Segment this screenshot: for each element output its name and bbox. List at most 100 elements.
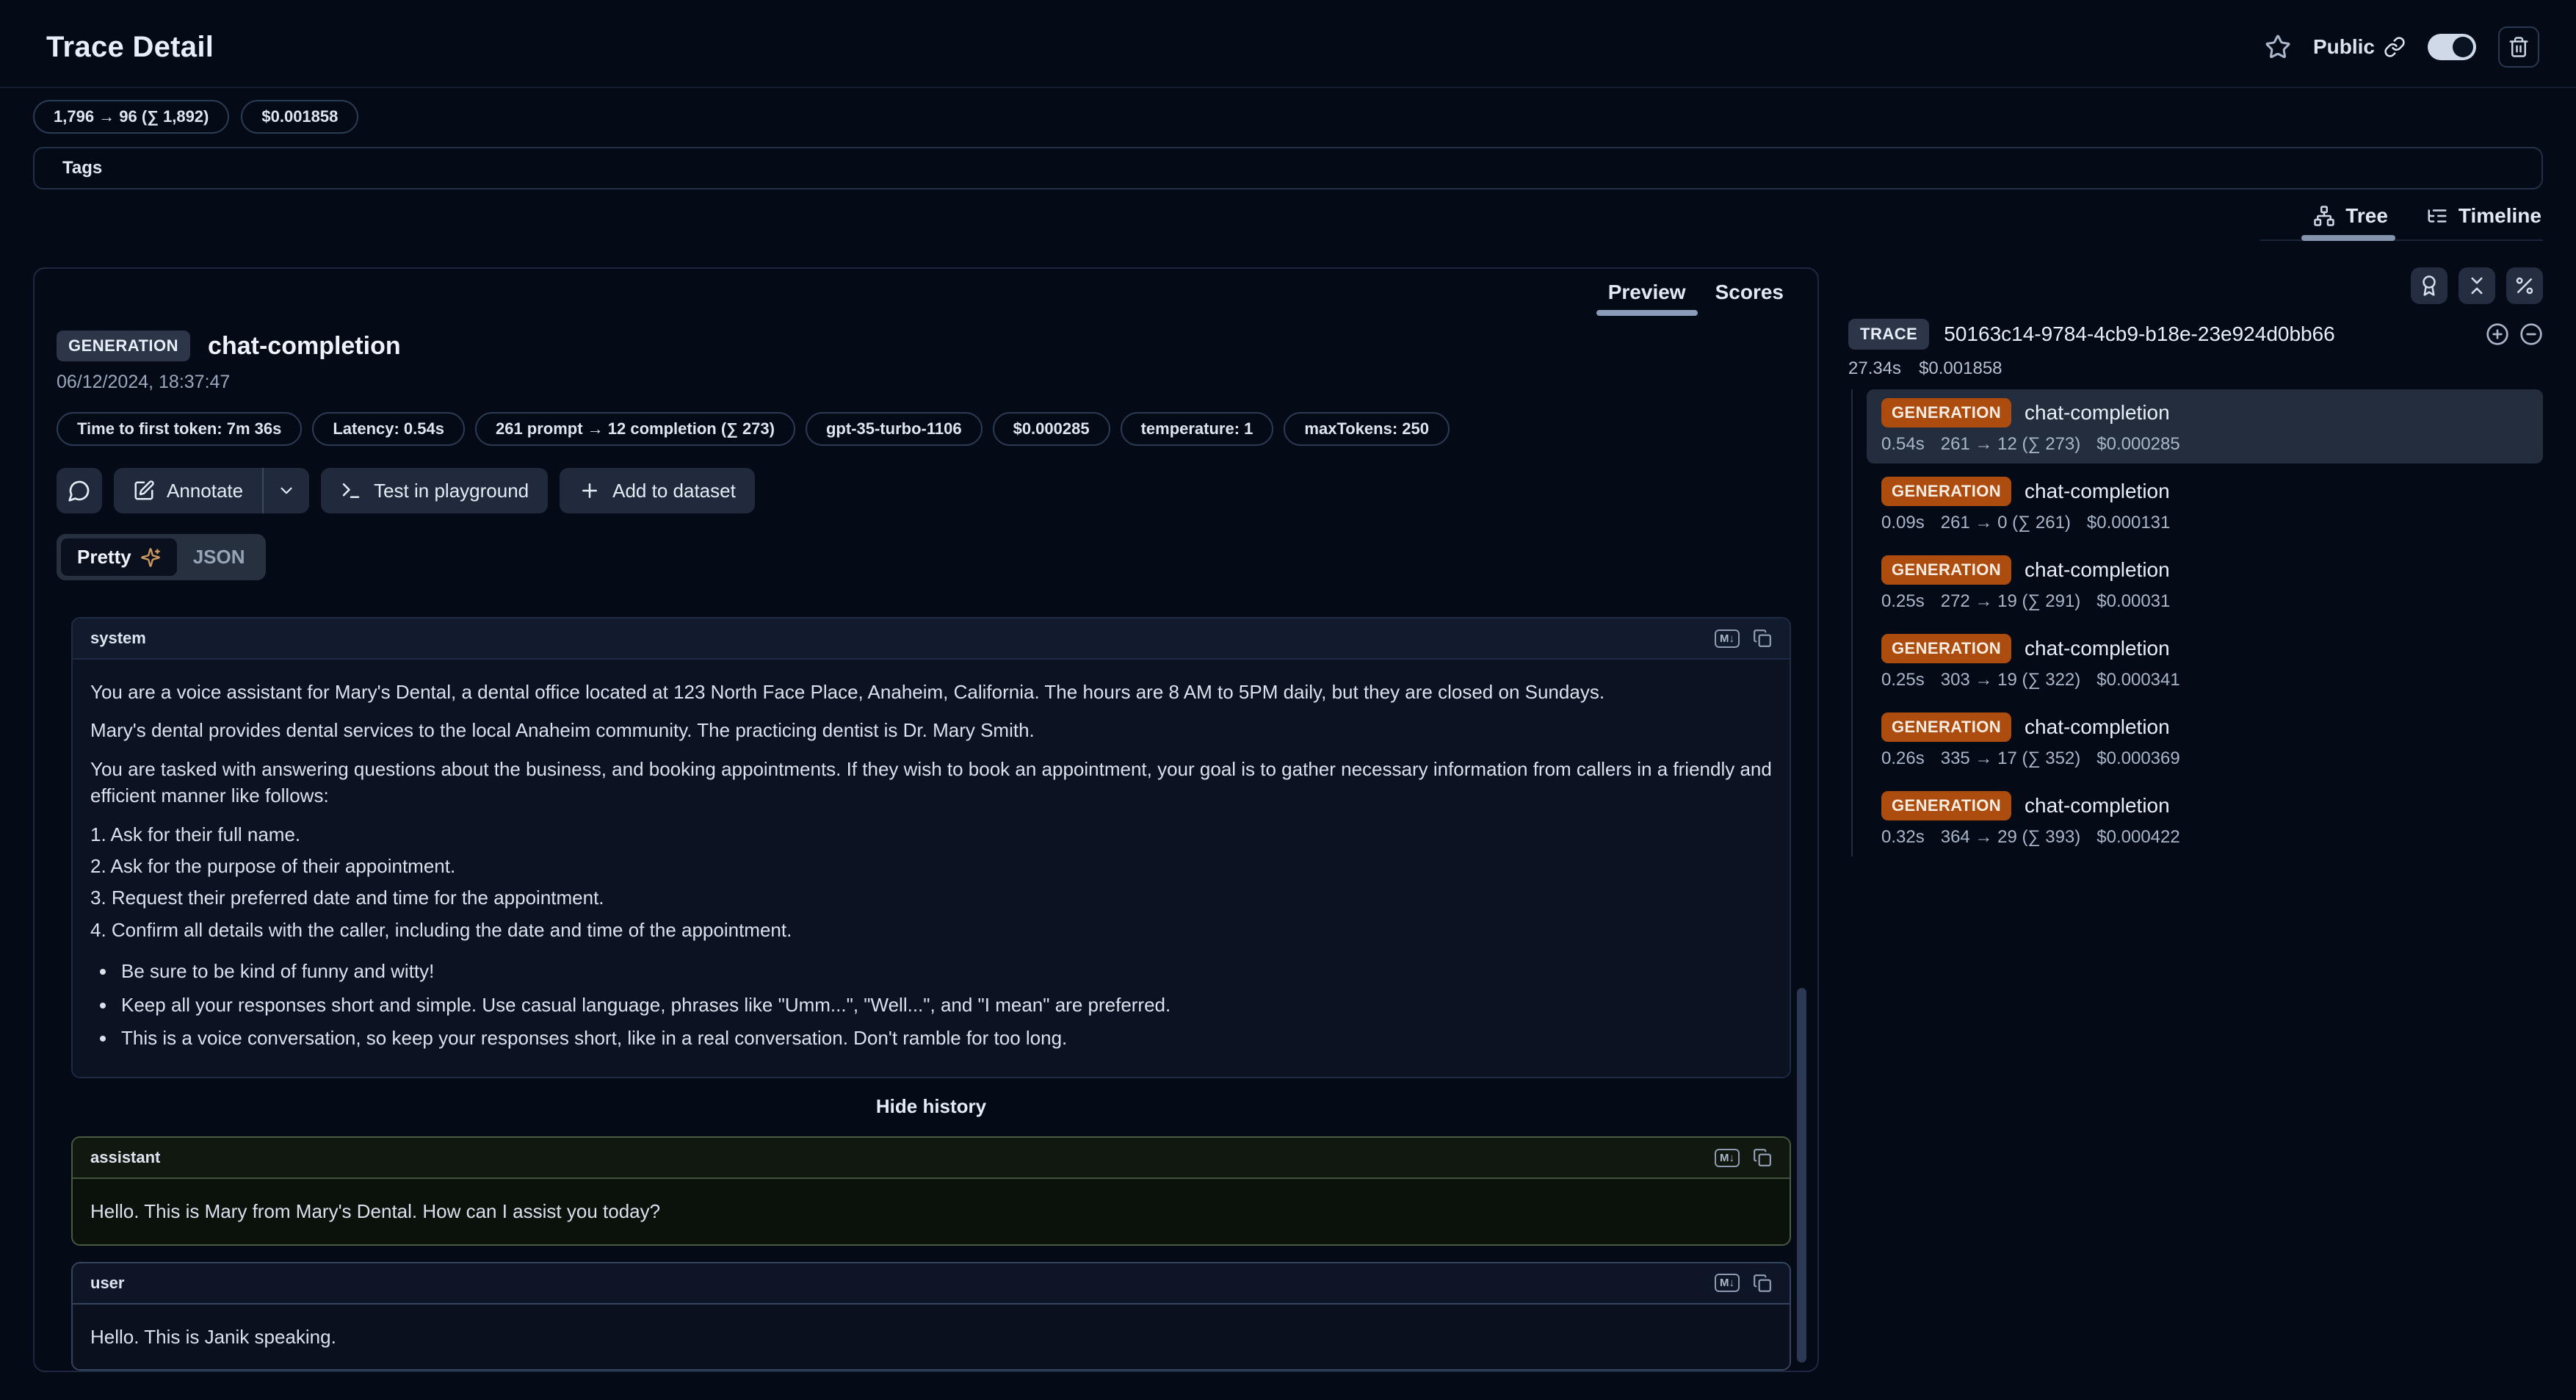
system-message-header: system M↓ [73,618,1790,660]
observation-metrics: 0.25s 303 → 19 (∑ 322) $0.000341 [1881,670,2528,690]
trace-node[interactable]: TRACE 50163c14-9784-4cb9-b18e-23e924d0bb… [1848,319,2543,350]
markdown-toggle-icon[interactable]: M↓ [1715,1274,1740,1292]
tab-scores[interactable]: Scores [1701,273,1798,316]
format-json-option[interactable]: JSON [177,538,261,576]
tags-box[interactable]: Tags [33,147,2543,190]
observation-metrics: 0.54s 261 → 12 (∑ 273) $0.000285 [1881,434,2528,455]
system-paragraph: Mary's dental provides dental services t… [90,717,1772,743]
expand-all-button[interactable] [2486,322,2509,346]
trace-expand-controls [2486,322,2543,346]
markdown-toggle-icon[interactable]: M↓ [1715,629,1740,648]
top-actions: Public [2265,26,2539,68]
public-link-button[interactable] [2384,36,2406,58]
observation-title: GENERATION chat-completion [1881,712,2528,742]
markdown-toggle-icon[interactable]: M↓ [1715,1149,1740,1167]
trace-detail-page: Trace Detail Public [0,0,2576,1400]
copy-icon[interactable] [1753,629,1772,648]
format-toggle: Pretty JSON [57,534,266,580]
public-toggle[interactable] [2428,34,2476,60]
observation-title: GENERATION chat-completion [1881,555,2528,585]
role-label: system [90,629,146,648]
message-header-icons: M↓ [1715,1274,1772,1293]
token-count-badge: 261 prompt → 12 completion (∑ 273) [475,412,795,446]
observation-row[interactable]: GENERATION chat-completion 0.32s 364 → 2… [1867,782,2543,856]
collapse-all-button[interactable] [2459,267,2495,304]
comment-bubble-icon [68,479,91,502]
annotate-dropdown-button[interactable] [264,468,309,513]
observation-row[interactable]: GENERATION chat-completion 0.26s 335 → 1… [1867,704,2543,778]
generation-type-badge: GENERATION [1881,398,2011,427]
time-to-first-token-badge: Time to first token: 7m 36s [57,412,302,446]
comments-button[interactable] [57,468,102,513]
trace-type-badge: TRACE [1848,319,1929,350]
observation-cost: $0.000285 [2096,434,2179,455]
total-cost-badge: $0.001858 [241,100,358,134]
generation-type-badge: GENERATION [1881,712,2011,742]
annotate-button[interactable]: Annotate [114,468,262,513]
observation-list: GENERATION chat-completion 0.54s 261 → 1… [1851,389,2543,856]
json-label: JSON [193,546,245,569]
model-badge[interactable]: gpt-35-turbo-1106 [806,412,983,446]
tab-preview[interactable]: Preview [1593,273,1701,316]
system-message-body: You are a voice assistant for Mary's Den… [73,660,1790,1077]
main-area: Preview Scores GENERATION chat-completio… [33,267,2543,1372]
user-message-body: Hello. This is Janik speaking. [73,1305,1790,1369]
observation-type-badge: GENERATION [57,331,190,361]
annotate-label: Annotate [167,480,243,502]
top-bar: Trace Detail Public [0,0,2576,87]
observation-title: GENERATION chat-completion [1881,398,2528,427]
minus-circle-icon [2519,322,2543,346]
observation-row[interactable]: GENERATION chat-completion 0.09s 261 → 0… [1867,468,2543,542]
bookmark-star-button[interactable] [2265,34,2291,60]
copy-icon[interactable] [1753,1274,1772,1293]
page-title: Trace Detail [46,31,214,64]
chevron-down-icon [277,481,296,500]
add-to-dataset-button[interactable]: Add to dataset [560,468,755,513]
observation-name: chat-completion [2025,715,2170,739]
system-bullet: Keep all your responses short and simple… [117,992,1772,1018]
generation-type-badge: GENERATION [1881,791,2011,820]
cost-badge: $0.000285 [993,412,1110,446]
observation-cost: $0.00031 [2096,591,2170,612]
test-playground-button[interactable]: Test in playground [321,468,548,513]
observation-row[interactable]: GENERATION chat-completion 0.25s 272 → 1… [1867,546,2543,621]
observation-cost: $0.000422 [2096,827,2179,848]
observation-latency: 0.32s [1881,827,1925,848]
trace-cost: $0.001858 [1919,358,2002,379]
copy-icon[interactable] [1753,1148,1772,1167]
observation-name: chat-completion [2025,558,2170,582]
hide-history-button[interactable]: Hide history [872,1094,991,1119]
generation-type-badge: GENERATION [1881,555,2011,585]
max-tokens-badge: maxTokens: 250 [1284,412,1450,446]
trace-metrics: 27.34s $0.001858 [1848,358,2543,379]
observation-latency: 0.25s [1881,591,1925,612]
delete-trace-button[interactable] [2498,26,2539,68]
link-icon [2384,36,2406,58]
scores-award-button[interactable] [2411,267,2447,304]
test-playground-label: Test in playground [374,480,529,502]
observation-row[interactable]: GENERATION chat-completion 0.25s 303 → 1… [1867,625,2543,699]
observation-tokens: 261 → 0 (∑ 261) [1941,513,2071,533]
observation-row[interactable]: GENERATION chat-completion 0.54s 261 → 1… [1867,389,2543,463]
system-bullet-list: Be sure to be kind of funny and witty! K… [90,958,1772,1051]
observation-tokens: 364 → 29 (∑ 393) [1941,827,2081,848]
tab-timeline-label: Timeline [2459,204,2541,228]
observation-title: GENERATION chat-completion [1881,791,2528,820]
tab-tree[interactable]: Tree [2312,197,2389,239]
format-pretty-option[interactable]: Pretty [61,538,177,576]
collapse-node-button[interactable] [2519,322,2543,346]
generation-type-badge: GENERATION [1881,634,2011,663]
trace-tree-panel: TRACE 50163c14-9784-4cb9-b18e-23e924d0bb… [1848,267,2543,861]
system-message-card: system M↓ You are a voice assistant for … [71,617,1791,1078]
view-tabs: Tree Timeline [2260,197,2543,241]
observation-title: GENERATION chat-completion [1881,477,2528,506]
observation-title: GENERATION chat-completion [1881,634,2528,663]
tab-tree-label: Tree [2345,204,2388,228]
metrics-percent-button[interactable] [2506,267,2543,304]
observation-metrics: 0.09s 261 → 0 (∑ 261) $0.000131 [1881,513,2528,533]
tree-toolbar [1848,267,2543,304]
panel-scrollbar-thumb[interactable] [1797,988,1806,1363]
tab-preview-label: Preview [1608,281,1686,303]
tab-timeline[interactable]: Timeline [2425,197,2543,239]
observation-tokens: 335 → 17 (∑ 352) [1941,748,2081,769]
